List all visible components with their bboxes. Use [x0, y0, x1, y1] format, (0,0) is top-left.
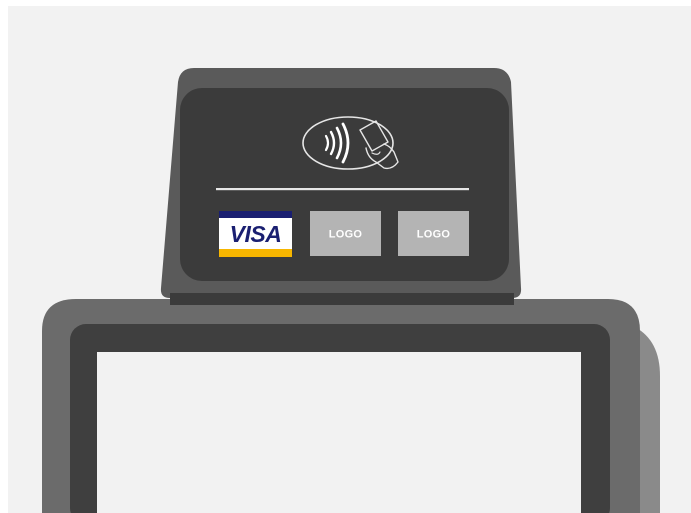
reader-divider [216, 188, 469, 191]
reader-base-ledge [170, 293, 514, 305]
payment-terminal-illustration: VISA LOGO LOGO [8, 6, 691, 513]
visa-logo-text: VISA [230, 221, 282, 247]
visa-logo: VISA [219, 211, 292, 257]
payment-terminal-svg: VISA LOGO LOGO [42, 68, 660, 513]
terminal-body [42, 299, 660, 513]
terminal-screen [97, 352, 581, 513]
contactless-reader: VISA LOGO LOGO [160, 68, 522, 298]
logo-placeholder-2: LOGO [310, 211, 381, 256]
logo-placeholder-3: LOGO [398, 211, 469, 256]
logo-placeholder-2-label: LOGO [329, 229, 363, 241]
logo-placeholder-3-label: LOGO [417, 229, 451, 241]
